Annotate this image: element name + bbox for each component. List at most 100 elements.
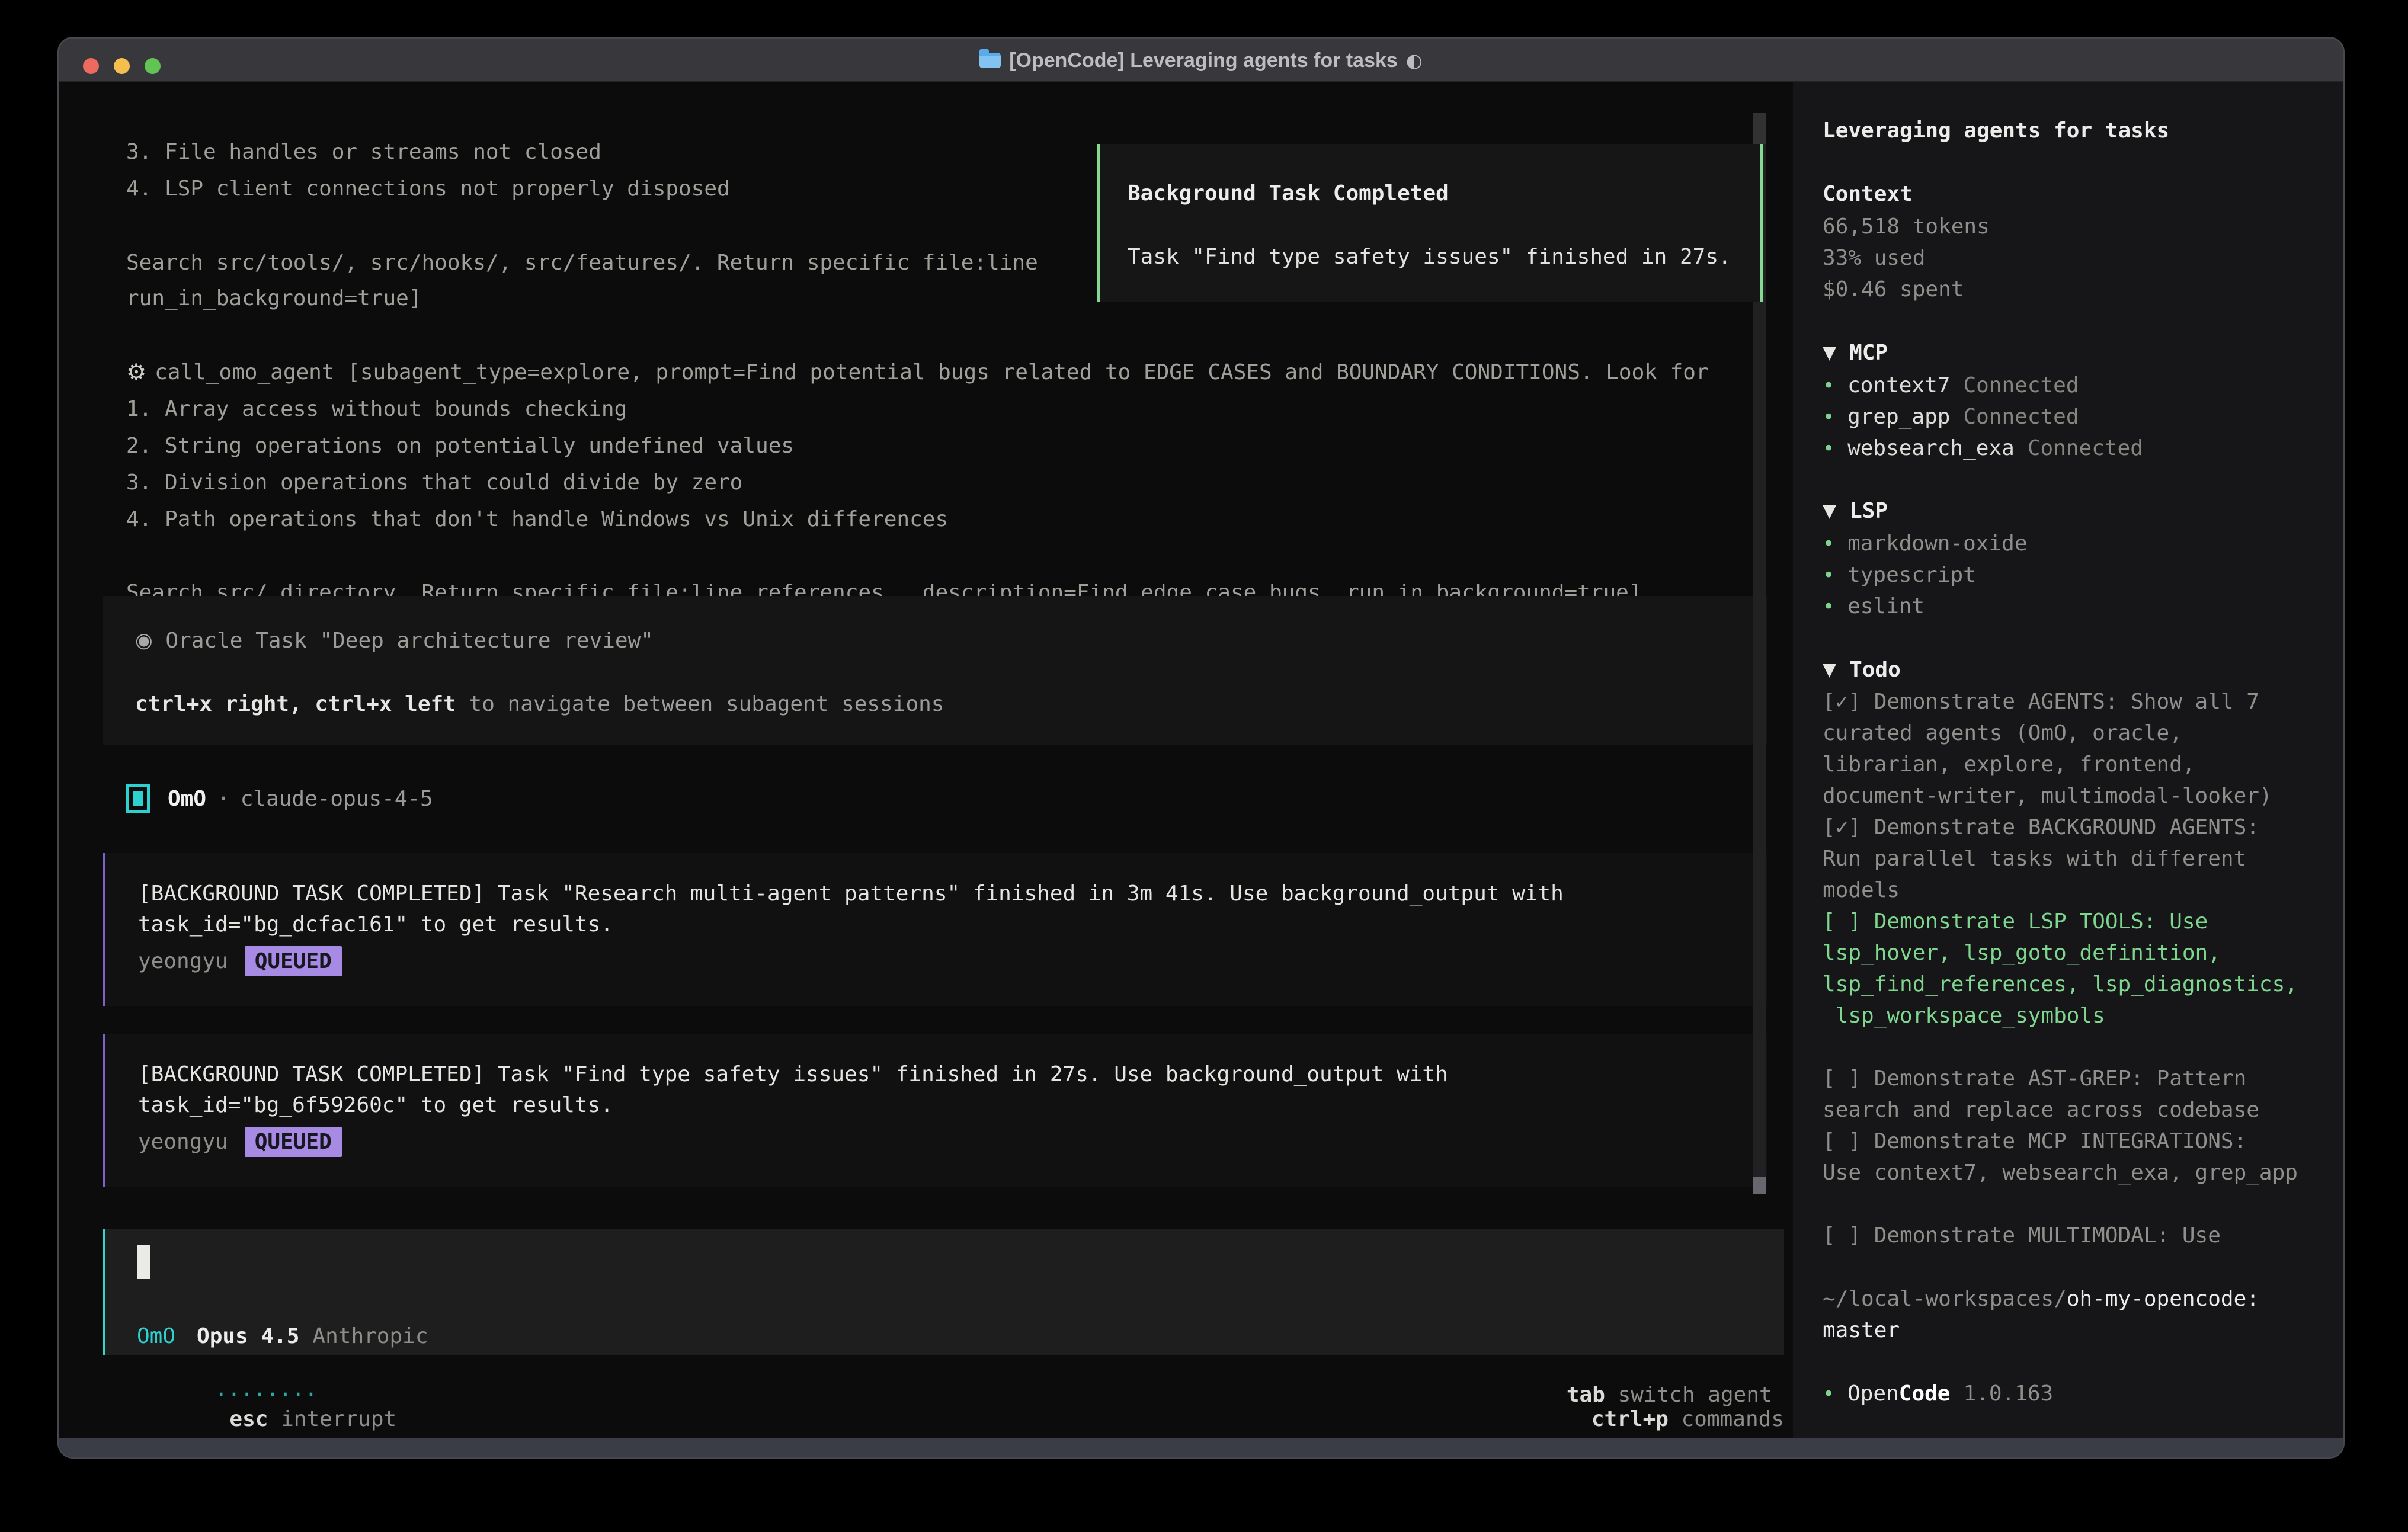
sidebar-session-title: Leveraging agents for tasks <box>1823 115 2169 146</box>
tool-call-line: ⚙ call_omo_agent [subagent_type=explore,… <box>126 354 1709 390</box>
status-badge: QUEUED <box>245 946 342 976</box>
oracle-task-panel: ◉ Oracle Task "Deep architecture review"… <box>103 596 1767 745</box>
terminal-line: run_in_background=true] <box>126 280 422 316</box>
status-dot-icon: • <box>1823 563 1834 587</box>
todo-list: [✓] Demonstrate AGENTS: Show all 7 curat… <box>1823 686 2332 1251</box>
session-sidebar: Leveraging agents for tasks Context 66,5… <box>1793 82 2345 1438</box>
todo-line: [ ] Demonstrate LSP TOOLS: Use <box>1823 906 2332 937</box>
task-message-line: task_id="bg_6f59260c" to get results. <box>138 1089 613 1120</box>
background-task-toast: Background Task Completed Task "Find typ… <box>1097 144 1763 302</box>
todo-line: [✓] Demonstrate AGENTS: Show all 7 <box>1823 686 2332 717</box>
lsp-item: •eslint <box>1823 591 1925 622</box>
terminal-line: 1. Array access without bounds checking <box>126 390 627 427</box>
text-cursor <box>137 1245 150 1279</box>
todo-line: [ ] Demonstrate MULTIMODAL: Use <box>1823 1220 2332 1251</box>
status-dot-icon: • <box>1823 405 1834 429</box>
gear-icon: ⚙ <box>126 359 146 385</box>
workspace-path: ~/local-workspaces/oh-my-opencode: <box>1823 1283 2259 1315</box>
todo-section-header[interactable]: ▼ Todo <box>1823 654 1901 685</box>
record-icon: ◉ <box>135 629 153 652</box>
oracle-task-title: ◉ Oracle Task "Deep architecture review" <box>135 625 654 656</box>
tab-key-label: switch agent <box>1605 1383 1772 1407</box>
input-agent-name: OmO <box>137 1324 175 1348</box>
tab-key-hint: tab <box>1567 1383 1605 1407</box>
todo-line: lsp_find_references, lsp_diagnostics, <box>1823 969 2332 1000</box>
todo-line: [ ] Demonstrate AST-GREP: Pattern <box>1823 1063 2332 1094</box>
terminal-line: 4. Path operations that don't handle Win… <box>126 501 948 537</box>
half-circle-icon: ◐ <box>1406 49 1423 72</box>
git-branch: master <box>1823 1315 1900 1346</box>
todo-line: models <box>1823 874 2332 906</box>
folder-icon <box>979 53 1001 68</box>
chevron-down-icon: ▼ <box>1823 501 1836 521</box>
status-dot-icon: • <box>1823 437 1834 460</box>
terminal-line: 3. File handles or streams not closed <box>126 133 601 170</box>
agent-session-header: OmO · claude-opus-4-5 <box>126 780 433 817</box>
window-title-text: [OpenCode] Leveraging agents for tasks <box>1009 49 1398 72</box>
version-line: •OpenCode1.0.163 <box>1823 1378 2053 1409</box>
todo-line: [✓] Demonstrate BACKGROUND AGENTS: <box>1823 812 2332 843</box>
input-provider-name: Anthropic <box>312 1324 428 1348</box>
input-model-name: Opus 4.5 <box>197 1324 299 1348</box>
lsp-item: •markdown-oxide <box>1823 528 2028 559</box>
window-titlebar[interactable]: [OpenCode] Leveraging agents for tasks ◐ <box>59 39 2343 82</box>
lsp-section-header[interactable]: ▼ LSP <box>1823 495 1888 527</box>
activity-dots: ········ <box>214 1383 317 1407</box>
ctrlp-key-hint: ctrl+p <box>1592 1407 1669 1431</box>
agent-model: claude-opus-4-5 <box>241 787 433 811</box>
todo-line: lsp_hover, lsp_goto_definition, <box>1823 937 2332 969</box>
todo-line: [ ] Demonstrate MCP INTEGRATIONS: <box>1823 1126 2332 1157</box>
status-bar: ········ esc interrupt tab switch agent … <box>103 1389 1784 1425</box>
todo-line: librarian, explore, frontend, <box>1823 749 2332 780</box>
input-meta: OmO Opus 4.5 Anthropic <box>137 1321 428 1351</box>
agent-square-icon <box>126 784 150 813</box>
task-user: yeongyu <box>138 949 228 973</box>
terminal-line: 2. String operations on potentially unde… <box>126 427 794 464</box>
mcp-item: •context7Connected <box>1823 370 2079 401</box>
tool-call-text: call_omo_agent [subagent_type=explore, p… <box>155 360 1709 384</box>
status-dot-icon: • <box>1823 595 1834 618</box>
esc-key-label: interrupt <box>268 1407 396 1431</box>
background-task-message: [BACKGROUND TASK COMPLETED] Task "Find t… <box>103 1034 1767 1187</box>
hint-keys: ctrl+x right, ctrl+x left <box>135 692 456 716</box>
oracle-task-hint: ctrl+x right, ctrl+x left to navigate be… <box>135 688 944 719</box>
terminal-line: Search src/tools/, src/hooks/, src/featu… <box>126 244 1038 281</box>
task-message-line: task_id="bg_dcfac161" to get results. <box>138 909 613 940</box>
separator-dot: · <box>217 787 230 811</box>
main-scrollbar-segment <box>1753 113 1766 144</box>
agent-name: OmO <box>168 787 206 811</box>
task-message-line: [BACKGROUND TASK COMPLETED] Task "Find t… <box>138 1059 1448 1089</box>
task-user: yeongyu <box>138 1130 228 1154</box>
status-badge: QUEUED <box>245 1127 342 1157</box>
todo-gap <box>1823 1031 2332 1063</box>
terminal-line: 4. LSP client connections not properly d… <box>126 170 730 207</box>
context-spent: $0.46 spent <box>1823 274 1964 305</box>
prompt-input[interactable]: OmO Opus 4.5 Anthropic <box>103 1229 1784 1355</box>
todo-line: Run parallel tasks with different <box>1823 843 2332 874</box>
main-scrollbar-thumb[interactable] <box>1753 1177 1766 1194</box>
status-dot-icon: • <box>1823 1382 1834 1406</box>
context-header: Context <box>1823 178 1913 210</box>
chevron-down-icon: ▼ <box>1823 342 1836 363</box>
window-title: [OpenCode] Leveraging agents for tasks ◐ <box>59 39 2343 82</box>
task-message-meta: yeongyu QUEUED <box>138 946 342 976</box>
mcp-item: •grep_appConnected <box>1823 401 2079 432</box>
background-task-message: [BACKGROUND TASK COMPLETED] Task "Resear… <box>103 853 1767 1006</box>
task-message-meta: yeongyu QUEUED <box>138 1126 342 1157</box>
chevron-down-icon: ▼ <box>1823 659 1836 680</box>
context-tokens: 66,518 tokens <box>1823 211 1990 242</box>
todo-line: document-writer, multimodal-looker) <box>1823 780 2332 812</box>
mcp-item: •websearch_exaConnected <box>1823 432 2143 464</box>
todo-line: Use context7, websearch_exa, grep_app <box>1823 1157 2332 1188</box>
mcp-section-header[interactable]: ▼ MCP <box>1823 337 1888 368</box>
todo-gap <box>1823 1188 2332 1220</box>
todo-line: search and replace across codebase <box>1823 1094 2332 1126</box>
desktop: [OpenCode] Leveraging agents for tasks ◐… <box>0 0 2408 1532</box>
esc-key-hint: esc <box>229 1407 268 1431</box>
context-used: 33% used <box>1823 242 1925 274</box>
status-dot-icon: • <box>1823 374 1834 398</box>
toast-body: Task "Find type safety issues" finished … <box>1128 242 1731 271</box>
window-bottom-edge <box>59 1438 2343 1459</box>
todo-line: curated agents (OmO, oracle, <box>1823 717 2332 749</box>
terminal-line: 3. Division operations that could divide… <box>126 464 742 501</box>
